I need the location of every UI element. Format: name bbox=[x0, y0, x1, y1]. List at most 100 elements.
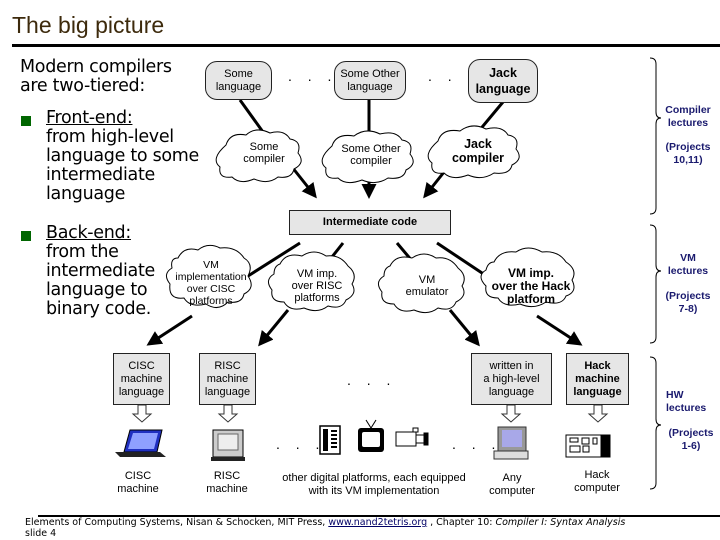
footer-link[interactable]: www.nand2tetris.org bbox=[328, 517, 427, 528]
connector-arrow bbox=[290, 166, 317, 199]
side-line: lectures bbox=[667, 117, 709, 129]
side-line: lectures bbox=[666, 402, 707, 414]
ellipsis: . . . bbox=[276, 436, 326, 452]
footer-text: Elements of Computing Systems, Nisan & S… bbox=[25, 517, 329, 528]
side-line: lectures bbox=[667, 265, 709, 277]
down-arrow-icon bbox=[587, 404, 609, 423]
language-node: Some Other language bbox=[334, 61, 406, 100]
down-arrow-icon bbox=[500, 404, 522, 423]
node-line: machine bbox=[120, 372, 163, 385]
node-line: language bbox=[204, 385, 251, 398]
side-line: 1-6) bbox=[681, 440, 701, 452]
compiler-lectures-label: Compiler lectures (Projects 10,11) bbox=[660, 104, 716, 167]
label-line: with its VM implementation bbox=[308, 485, 440, 497]
vm-impl-node-hack: VM imp. over the Hack platform bbox=[486, 262, 576, 310]
node-line: VM imp. bbox=[296, 268, 338, 280]
node-line: Jack bbox=[464, 137, 492, 151]
hw-lectures-label: HW lectures (Projects 1-6) bbox=[660, 389, 716, 453]
node-line: language bbox=[347, 80, 393, 93]
label-line: Hack bbox=[584, 469, 610, 481]
footer-text: , Chapter 10: bbox=[427, 517, 496, 528]
platform-label: RISC machine bbox=[197, 470, 257, 496]
ellipsis: . . . bbox=[347, 372, 397, 388]
slide-number: slide 4 bbox=[25, 528, 57, 539]
node-line: platforms bbox=[294, 292, 340, 304]
chapter-title: Compiler I: Syntax Analysis bbox=[495, 517, 626, 528]
connector-arrow bbox=[258, 309, 290, 347]
node-line: VM imp. bbox=[507, 265, 554, 280]
vm-impl-node: VM implementation over CISC platforms bbox=[170, 256, 252, 310]
down-arrow-icon bbox=[217, 404, 239, 423]
connector-line bbox=[238, 99, 265, 133]
side-line: (Projects bbox=[668, 427, 714, 439]
machine-lang-node: written in a high-level language bbox=[471, 353, 552, 405]
tv-icon bbox=[358, 419, 384, 452]
node-line: compiler bbox=[243, 153, 285, 165]
label-line: machine bbox=[117, 483, 159, 495]
node-line: a high-level bbox=[483, 372, 540, 385]
circuit-board-icon bbox=[565, 434, 611, 458]
node-line: machine bbox=[206, 372, 249, 385]
label-line: CISC bbox=[124, 470, 152, 482]
down-arrow-icon bbox=[131, 404, 153, 423]
language-node: Some language bbox=[205, 61, 272, 100]
label-line: RISC bbox=[213, 470, 241, 482]
machine-lang-node: RISC machine language bbox=[199, 353, 256, 405]
node-line: Some Other bbox=[341, 143, 401, 155]
language-node-jack: Jack language bbox=[468, 59, 538, 103]
node-line: language bbox=[118, 385, 165, 398]
side-line: 10,11) bbox=[673, 154, 703, 166]
machine-lang-node-hack: Hack machine language bbox=[566, 353, 629, 405]
laptop-icon bbox=[115, 429, 166, 457]
node-line: VM bbox=[418, 274, 436, 286]
vm-lectures-label: VM lectures (Projects 7-8) bbox=[660, 252, 716, 316]
compiler-node: Some compiler bbox=[228, 138, 300, 168]
platform-label: Any computer bbox=[482, 472, 542, 498]
node-line: over CISC bbox=[186, 283, 236, 295]
connector-arrow bbox=[448, 309, 480, 347]
node-line: machine bbox=[575, 372, 620, 385]
vm-emulator-node: VM emulator bbox=[386, 266, 468, 306]
node-line: Some bbox=[249, 141, 279, 153]
side-line: (Projects bbox=[665, 141, 711, 153]
compiler-node: Some Other compiler bbox=[333, 140, 409, 170]
connector-arrow bbox=[536, 314, 583, 346]
side-line: (Projects bbox=[665, 290, 711, 302]
platform-label: Hack computer bbox=[567, 469, 627, 495]
node-line: emulator bbox=[405, 286, 449, 298]
label-line: Any bbox=[502, 472, 522, 484]
label-line: computer bbox=[489, 485, 535, 497]
compiler-node-jack: Jack compiler bbox=[440, 135, 516, 167]
workstation-icon bbox=[211, 429, 245, 461]
side-line: HW bbox=[666, 389, 684, 401]
node-line: RISC bbox=[214, 359, 241, 372]
node-line: over RISC bbox=[291, 280, 343, 292]
node-line: Some bbox=[224, 67, 253, 80]
node-line: compiler bbox=[451, 151, 505, 165]
platform-label: other digital platforms, each equipped wi… bbox=[275, 472, 473, 498]
node-line: over the Hack bbox=[491, 278, 571, 293]
vm-impl-node: VM imp. over RISC platforms bbox=[276, 264, 358, 308]
node-line: Hack bbox=[584, 359, 611, 372]
footer-citation: Elements of Computing Systems, Nisan & S… bbox=[25, 517, 625, 528]
machine-lang-node: CISC machine language bbox=[113, 353, 170, 405]
label-line: other digital platforms, each equipped bbox=[282, 472, 466, 484]
label-line: computer bbox=[574, 482, 620, 494]
node-line: compiler bbox=[350, 155, 392, 167]
side-line: Compiler bbox=[665, 104, 711, 116]
node-line: VM bbox=[203, 259, 219, 271]
node-line: CISC bbox=[128, 359, 155, 372]
node-line: platform bbox=[506, 291, 555, 306]
node-line: language bbox=[488, 385, 535, 398]
node-line: language bbox=[573, 385, 622, 398]
node-line: written in bbox=[489, 359, 534, 372]
connector-arrow bbox=[146, 314, 193, 346]
node-line: language bbox=[215, 80, 262, 93]
side-line: VM bbox=[680, 252, 696, 264]
side-line: 7-8) bbox=[678, 303, 698, 315]
label-line: machine bbox=[206, 483, 248, 495]
platform-label: CISC machine bbox=[108, 470, 168, 496]
